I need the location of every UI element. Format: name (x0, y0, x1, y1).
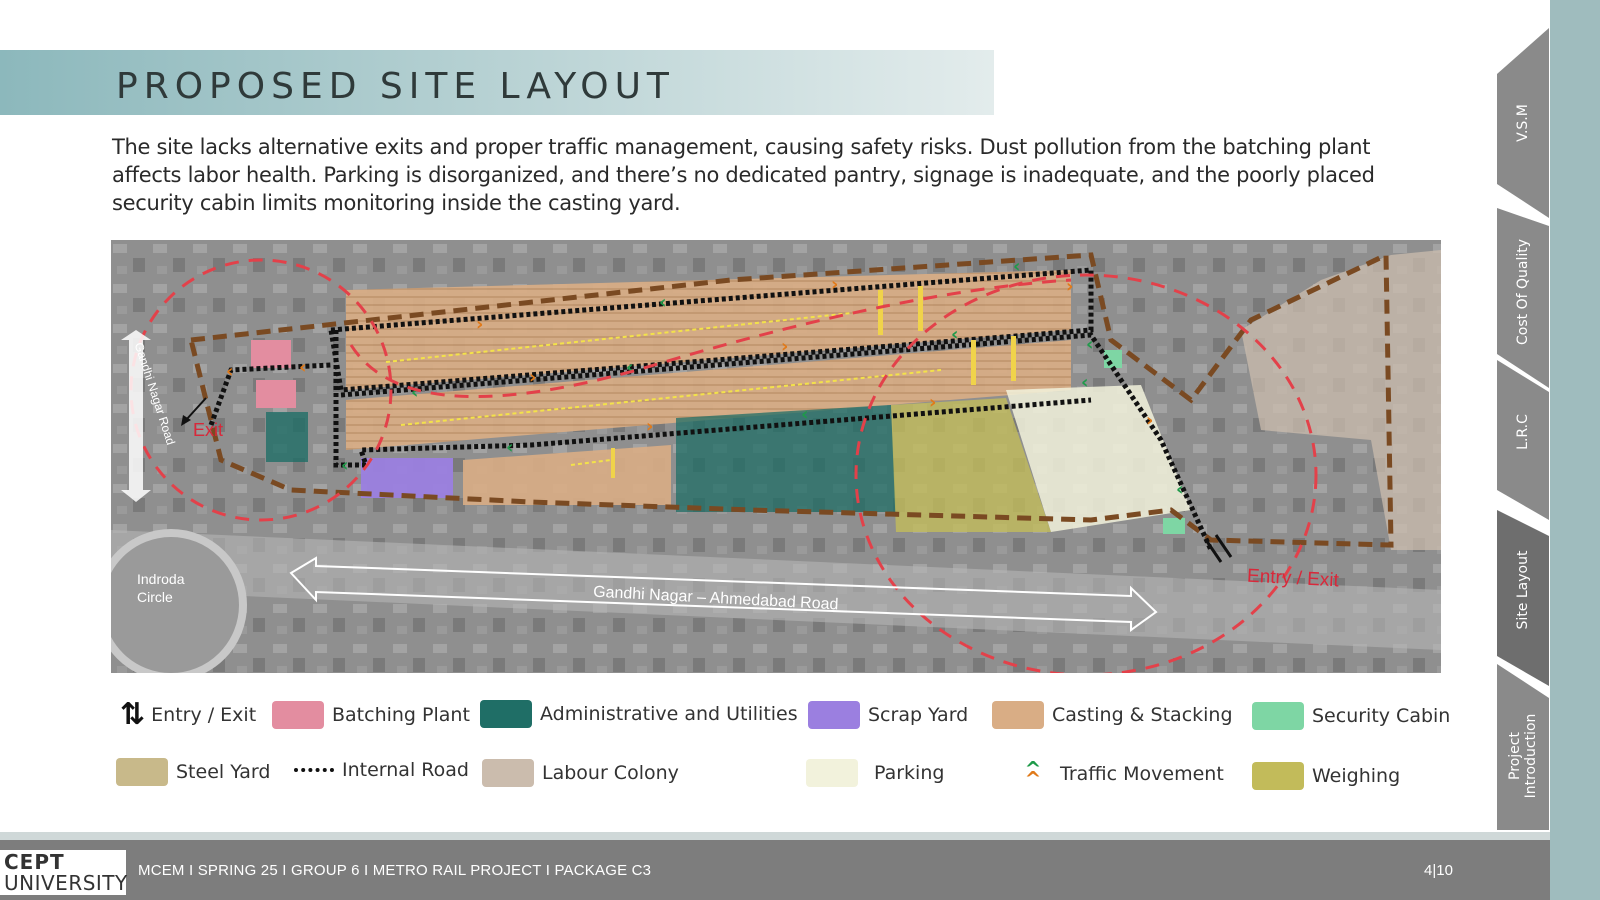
svg-text:‹: ‹ (226, 361, 233, 382)
map-label-circle-line2: Circle (137, 589, 173, 605)
svg-text:›: › (831, 274, 838, 295)
legend-steel-yard: Steel Yard (116, 758, 270, 786)
legend-traffic-movement: ^ ^ Traffic Movement (1022, 759, 1224, 791)
legend-internal-road-label: Internal Road (342, 759, 469, 781)
legend-labour-colony-label: Labour Colony (542, 762, 679, 784)
map-label-circle-line1: Indroda (137, 571, 185, 587)
zone-security-cabin-2 (1163, 518, 1185, 534)
svg-text:‹: ‹ (801, 404, 808, 425)
map-label-indroda-circle: Indroda Circle (137, 570, 184, 606)
weighing-swatch (1252, 762, 1304, 790)
svg-text:‹: ‹ (411, 382, 418, 403)
svg-text:‹: ‹ (506, 437, 513, 458)
legend-parking: Parking (806, 759, 944, 787)
tab-project-introduction[interactable]: Project Introduction (1497, 664, 1549, 830)
legend-weighing-label: Weighing (1312, 765, 1401, 787)
svg-text:›: › (1146, 410, 1153, 431)
chevron-up-icon: ^ ^ (1022, 759, 1044, 791)
svg-text:›: › (781, 336, 788, 357)
page-title: PROPOSED SITE LAYOUT (116, 66, 675, 107)
svg-text:›: › (929, 392, 936, 413)
chevron-orange-icon: ^ (1024, 767, 1042, 791)
security-cabin-swatch (1252, 702, 1304, 730)
casting-stacking-swatch (992, 701, 1044, 729)
cept-university-logo: CEPT UNIVERSITY (0, 850, 128, 895)
legend-labour-colony: Labour Colony (482, 759, 679, 787)
svg-text:‹: ‹ (1176, 479, 1183, 500)
footer-course-info: MCEM I SPRING 25 I GROUP 6 I METRO RAIL … (138, 862, 652, 879)
svg-text:‹: ‹ (626, 357, 633, 378)
logo-line1: CEPT (4, 850, 65, 874)
tab-site-layout[interactable]: Site Layout (1497, 510, 1549, 686)
svg-text:‹: ‹ (1086, 334, 1093, 355)
tab-cost-of-quality-label: Cost Of Quality (1515, 239, 1531, 345)
legend-scrap-yard: Scrap Yard (808, 701, 968, 729)
legend-admin-utilities-label: Administrative and Utilities (540, 703, 798, 725)
tab-vsm[interactable]: V.S.M (1497, 28, 1549, 218)
intro-paragraph: The site lacks alternative exits and pro… (112, 135, 1375, 215)
legend-batching-plant: Batching Plant (272, 701, 470, 729)
zone-scrap-yard (361, 458, 453, 498)
batching-plant-swatch (272, 701, 324, 729)
parking-swatch (806, 759, 858, 787)
zone-admin-small (266, 412, 308, 462)
svg-text:‹: ‹ (1013, 256, 1020, 277)
legend-batching-plant-label: Batching Plant (332, 704, 470, 726)
footer-divider (0, 832, 1550, 840)
svg-text:‹: ‹ (659, 292, 666, 313)
side-nav-bar (1550, 0, 1600, 900)
legend-weighing: Weighing (1252, 762, 1400, 790)
legend-entry-exit: ⇅ Entry / Exit (120, 697, 256, 732)
tab-vsm-label: V.S.M (1515, 104, 1531, 142)
zone-batching-plant-2 (256, 380, 296, 408)
page-number: 4|10 (1424, 862, 1453, 879)
svg-text:‹: ‹ (341, 455, 348, 476)
steel-yard-swatch (116, 758, 168, 786)
legend-admin-utilities: Administrative and Utilities (480, 700, 798, 728)
admin-utilities-swatch (480, 700, 532, 728)
site-map: ‹ ‹ ‹ ‹ ‹ ‹ ‹ ‹ ‹ ‹ ‹ › › › › › › › › ‹ … (111, 240, 1441, 673)
legend-security-cabin-label: Security Cabin (1312, 705, 1451, 727)
svg-text:‹: ‹ (1081, 372, 1088, 393)
map-label-exit: Exit (193, 420, 224, 440)
legend-traffic-movement-label: Traffic Movement (1060, 763, 1224, 785)
scrap-yard-swatch (808, 701, 860, 729)
svg-text:›: › (476, 314, 483, 335)
tab-lrc-label: L.R.C (1515, 414, 1531, 450)
legend-parking-label: Parking (874, 762, 945, 784)
legend: ⇅ Entry / Exit Batching Plant Administra… (0, 685, 1520, 815)
internal-road-swatch (294, 768, 334, 772)
legend-scrap-yard-label: Scrap Yard (868, 704, 969, 726)
map-label-entry-exit: Entry / Exit (1246, 565, 1340, 592)
logo-line2: UNIVERSITY (4, 871, 128, 895)
legend-entry-exit-label: Entry / Exit (151, 703, 257, 726)
svg-text:‹: ‹ (299, 357, 306, 378)
tab-project-introduction-label: Project Introduction (1507, 713, 1539, 799)
legend-steel-yard-label: Steel Yard (176, 761, 271, 783)
zone-batching-plant-1 (251, 340, 291, 368)
tab-lrc[interactable]: L.R.C (1497, 360, 1549, 520)
up-down-arrow-icon: ⇅ (120, 697, 146, 732)
legend-casting-stacking-label: Casting & Stacking (1052, 704, 1233, 726)
svg-text:‹: ‹ (951, 324, 958, 345)
svg-text:›: › (529, 367, 536, 388)
labour-colony-swatch (482, 759, 534, 787)
tab-site-layout-label: Site Layout (1515, 550, 1531, 630)
legend-casting-stacking: Casting & Stacking (992, 701, 1233, 729)
legend-internal-road: Internal Road (294, 759, 469, 781)
zone-security-cabin-1 (1104, 350, 1122, 368)
svg-text:›: › (646, 416, 653, 437)
legend-security-cabin: Security Cabin (1252, 702, 1450, 730)
